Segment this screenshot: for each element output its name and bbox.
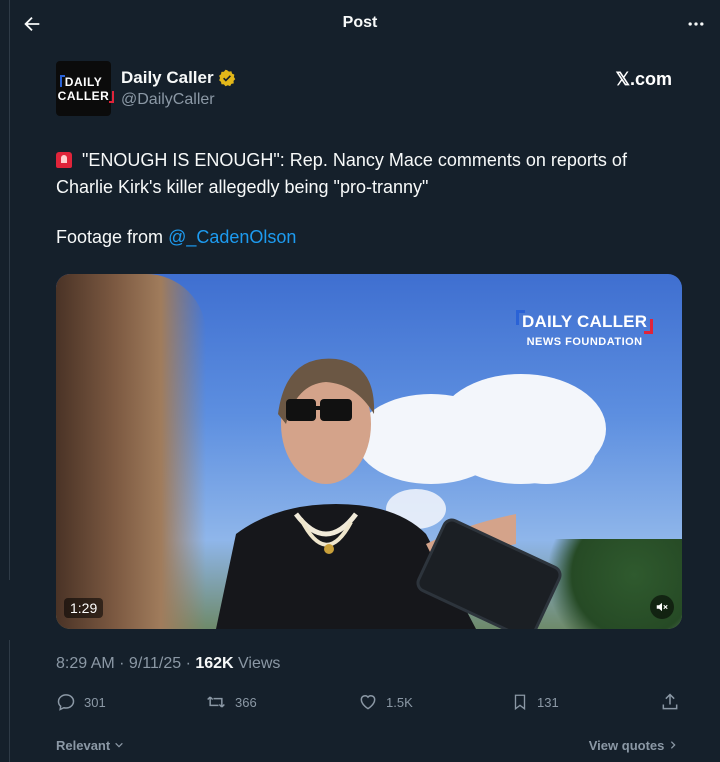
sort-label: Relevant [56, 738, 111, 753]
chevron-right-icon [670, 741, 676, 749]
share-button[interactable] [660, 690, 680, 714]
reply-button[interactable]: 301 [56, 690, 106, 714]
video-duration: 1:29 [64, 598, 104, 618]
verified-badge-icon [218, 69, 235, 87]
reply-icon [57, 694, 75, 711]
top-bar: Post [0, 0, 720, 48]
left-divider [9, 640, 10, 762]
reply-count: 301 [84, 694, 106, 710]
speaker-muted-icon [656, 602, 668, 612]
post-footage-line: Footage from @_CadenOlson [56, 224, 296, 251]
post-text: "ENOUGH IS ENOUGH": Rep. Nancy Mace comm… [56, 147, 676, 201]
chevron-down-icon [115, 742, 123, 748]
footage-label: Footage from [56, 227, 169, 247]
author-name[interactable]: Daily Caller [121, 68, 236, 88]
video-player[interactable]: DAILY CALLER NEWS FOUNDATION 1:29 [56, 274, 682, 629]
watermark-line: DAILY CALLER [515, 310, 654, 334]
repost-button[interactable]: 366 [205, 690, 257, 714]
post-meta: 8:29 AM · 9/11/25 · 162K Views [56, 655, 280, 673]
author-handle[interactable]: @DailyCaller [121, 91, 215, 109]
more-horizontal-icon [688, 22, 704, 26]
repost-icon [207, 696, 225, 708]
mute-button[interactable] [650, 595, 674, 619]
view-quotes-link[interactable]: View quotes [589, 738, 678, 753]
post-text-body: "ENOUGH IS ENOUGH": Rep. Nancy Mace comm… [56, 150, 627, 197]
video-watermark-logo: DAILY CALLER NEWS FOUNDATION [515, 310, 654, 348]
mention-link[interactable]: @_CadenOlson [168, 227, 296, 247]
views-label: Views [233, 655, 281, 672]
like-button[interactable]: 1.5K [358, 690, 413, 714]
avatar-logo-line: CALLER [57, 88, 114, 103]
post-timestamp[interactable]: 8:29 AM · 9/11/25 · [56, 655, 195, 672]
siren-icon [56, 152, 72, 168]
views-count: 162K [195, 655, 234, 672]
bookmark-count: 131 [537, 694, 559, 710]
share-icon [662, 693, 678, 710]
view-quotes-label: View quotes [588, 738, 665, 753]
foreground-person [56, 274, 206, 629]
more-options-button[interactable] [682, 10, 710, 38]
author-name-text: Daily Caller [121, 68, 214, 87]
avatar-logo-line: DAILY [59, 74, 103, 89]
sort-relevant-dropdown[interactable]: Relevant [56, 738, 124, 753]
repost-count: 366 [235, 694, 257, 710]
avatar[interactable]: DAILY CALLER [56, 61, 114, 116]
action-bar: 301 366 1.5K 131 [56, 690, 680, 714]
page-title: Post [342, 14, 378, 31]
bookmark-button[interactable]: 131 [511, 690, 559, 714]
bookmark-icon [514, 694, 526, 711]
heart-icon [360, 695, 376, 710]
like-count: 1.5K [386, 694, 413, 710]
source-link[interactable]: 𝕏.com [615, 69, 672, 90]
watermark-line: NEWS FOUNDATION [526, 336, 643, 348]
left-divider [9, 0, 10, 580]
